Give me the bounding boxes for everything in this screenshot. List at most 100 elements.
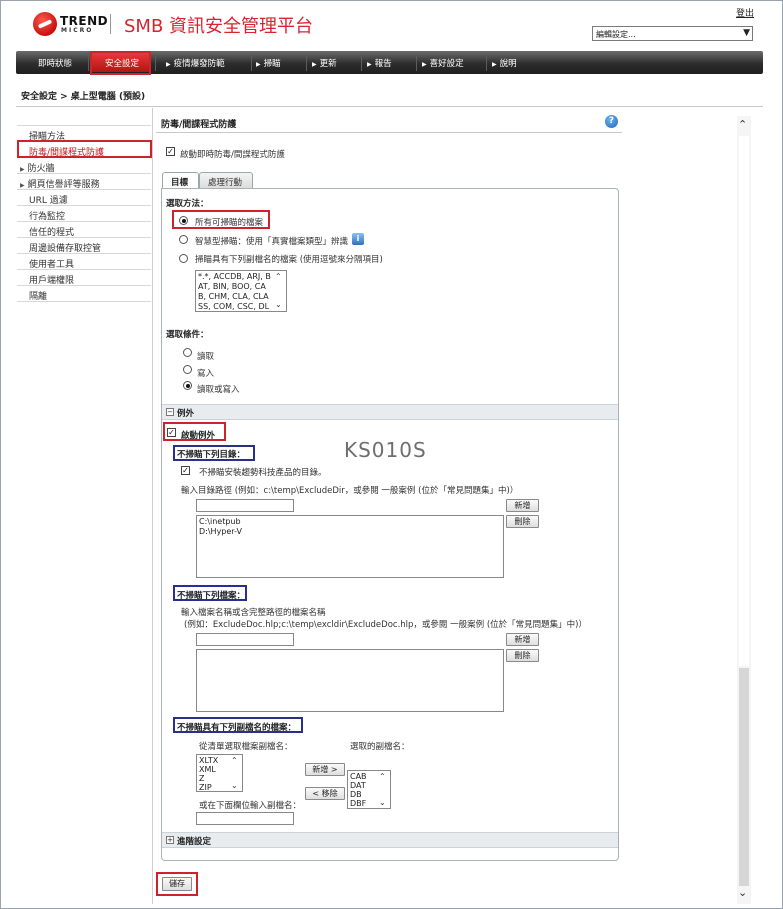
excl-tm-products-checkbox[interactable]: ✓ (181, 466, 190, 475)
scroll-up-icon: ⌃ (379, 772, 386, 781)
nav-item-scan[interactable]: ▶ 掃瞄 (256, 57, 281, 69)
edit-settings-value: 編輯設定... (596, 30, 636, 39)
sidebar-divider (17, 125, 151, 126)
nav-item-live-status[interactable]: 即時狀態 (38, 57, 72, 69)
list-scrollbar[interactable]: ⌃ ⌄ (378, 772, 389, 807)
trend-logo-icon (33, 12, 57, 36)
triangle-icon: ▶ (20, 182, 25, 189)
collapse-icon[interactable]: − (166, 408, 174, 416)
annotation-box (173, 717, 303, 733)
help-icon[interactable]: ? (605, 115, 618, 128)
nav-item-help[interactable]: ▶ 說明 (492, 57, 517, 69)
tab-target[interactable]: 目標 (162, 172, 199, 188)
annotation-box (172, 210, 270, 229)
nav-divider (88, 54, 89, 71)
triangle-icon: ▶ (422, 61, 427, 68)
title-divider (156, 132, 622, 133)
remove-dir-button[interactable]: 刪除 (506, 515, 539, 528)
triangle-icon: ▶ (256, 61, 261, 68)
add-file-button[interactable]: 新增 (506, 633, 539, 646)
sidebar-divider (17, 189, 151, 190)
nav-divider (361, 54, 362, 71)
radio-intelliscan[interactable] (179, 235, 188, 244)
sidebar-divider (17, 253, 151, 254)
sidebar-divider (17, 269, 151, 270)
product-title: SMB 資訊安全管理平台 (124, 16, 314, 37)
file-name-input[interactable] (196, 633, 294, 646)
extensions-text: *.*, ACCDB, ARJ, BAT, BIN, BOO, CAB, CHM… (198, 272, 271, 311)
remove-ext-button[interactable]: < 移除 (305, 787, 345, 800)
chevron-down-icon: ▼ (743, 28, 750, 38)
add-dir-button[interactable]: 新增 (506, 499, 539, 512)
annotation-box (156, 872, 198, 896)
radio-read[interactable] (183, 348, 192, 357)
nav-item-outbreak[interactable]: ▶ 疫情爆發防範 (166, 57, 225, 69)
section-title: 防毒/間諜程式防護 (161, 120, 237, 130)
radio-read-label: 讀取 (197, 352, 215, 362)
selected-ext-list[interactable]: CAB DAT DB DBF ⌃ ⌄ (347, 770, 391, 809)
nav-item-report[interactable]: ▶ 報告 (367, 57, 392, 69)
triangle-icon: ▶ (367, 61, 372, 68)
header-divider (16, 106, 763, 107)
advanced-title: 進階設定 (177, 837, 212, 847)
nav-item-preferences[interactable]: ▶ 喜好設定 (422, 57, 464, 69)
choose-from-list-label: 從清單選取檔案副檔名： (199, 742, 293, 752)
scroll-up-icon[interactable]: ⌃ (738, 118, 747, 131)
select-condition-label: 選取條件： (166, 330, 209, 340)
radio-write-label: 寫入 (197, 369, 215, 379)
edit-settings-select[interactable]: 編輯設定... ▼ (592, 26, 753, 41)
textarea-scrollbar[interactable]: ⌃ ⌄ (274, 272, 285, 310)
radio-extensions[interactable] (179, 254, 188, 263)
list-scrollbar[interactable]: ⌃ ⌄ (230, 756, 241, 790)
scrollbar-thumb[interactable] (739, 136, 749, 666)
extensions-textarea[interactable]: *.*, ACCDB, ARJ, BAT, BIN, BOO, CAB, CHM… (195, 270, 287, 312)
file-hint-line2: (例如：ExcludeDoc.hlp;c:\temp\excldir\Exclu… (184, 620, 587, 630)
radio-extensions-label: 掃瞄具有下列副檔名的檔案 (使用逗號來分隔項目) (195, 255, 383, 265)
or-enter-ext-label: 或在下面欄位輸入副檔名： (199, 801, 302, 811)
list-item[interactable]: D:\Hyper-V (199, 527, 501, 537)
logout-link[interactable]: 登出 (736, 6, 754, 19)
nav-divider (416, 54, 417, 71)
nav-divider (155, 54, 156, 71)
dir-path-input[interactable] (196, 499, 294, 512)
advanced-header[interactable] (162, 832, 618, 848)
page-scrollbar[interactable]: ⌃ ⌄ (737, 116, 751, 904)
triangle-icon: ▶ (166, 61, 171, 68)
nav-item-update[interactable]: ▶ 更新 (312, 57, 337, 69)
radio-read-write[interactable] (183, 381, 192, 390)
sidebar-divider (17, 301, 151, 302)
radio-intelliscan-label: 智慧型掃瞄：使用「真實檔案類型」辨識 (195, 237, 349, 247)
sidebar-divider (17, 237, 151, 238)
scroll-up-icon: ⌃ (231, 756, 238, 765)
logo-divider (110, 14, 111, 34)
scroll-down-icon: ⌄ (231, 781, 238, 790)
ext-input[interactable] (196, 812, 294, 825)
scroll-down-icon[interactable]: ⌄ (738, 886, 747, 899)
expand-icon[interactable]: + (166, 836, 174, 844)
exclusions-title: 例外 (177, 409, 195, 419)
scrollbar-track[interactable] (739, 668, 749, 886)
enable-realtime-label: 啟動即時防毒/間諜程式防護 (180, 150, 285, 160)
list-item[interactable]: C:\inetpub (199, 517, 501, 527)
info-icon[interactable]: i (352, 233, 364, 245)
breadcrumb: 安全設定 > 桌上型電腦 (預設) (21, 92, 146, 102)
exclusions-header[interactable] (162, 404, 618, 420)
sidebar-divider (17, 221, 151, 222)
remove-file-button[interactable]: 刪除 (506, 649, 539, 662)
excl-tm-products-label: 不掃瞄安裝趨勢科技產品的目錄。 (199, 468, 327, 478)
annotation-box (173, 445, 255, 461)
ext-choices-list[interactable]: XLTX XML Z ZIP ⌃ ⌄ (196, 754, 243, 792)
brand-micro: MICRO (61, 27, 94, 34)
radio-write[interactable] (183, 365, 192, 374)
watermark-text: KS010S (344, 438, 427, 462)
triangle-icon: ▶ (312, 61, 317, 68)
add-ext-button[interactable]: 新增 > (305, 763, 345, 776)
enable-realtime-checkbox[interactable]: ✓ (166, 147, 175, 156)
triangle-icon: ▶ (20, 166, 25, 173)
annotation-box (173, 585, 247, 601)
tab-action[interactable]: 處理行動 (199, 172, 253, 188)
triangle-icon: ▶ (492, 61, 497, 68)
file-hint-line1: 輸入檔案名稱或含完整路徑的檔案名稱 (181, 608, 326, 618)
file-list[interactable] (196, 649, 504, 712)
dir-list[interactable]: C:\inetpub D:\Hyper-V (196, 515, 504, 578)
